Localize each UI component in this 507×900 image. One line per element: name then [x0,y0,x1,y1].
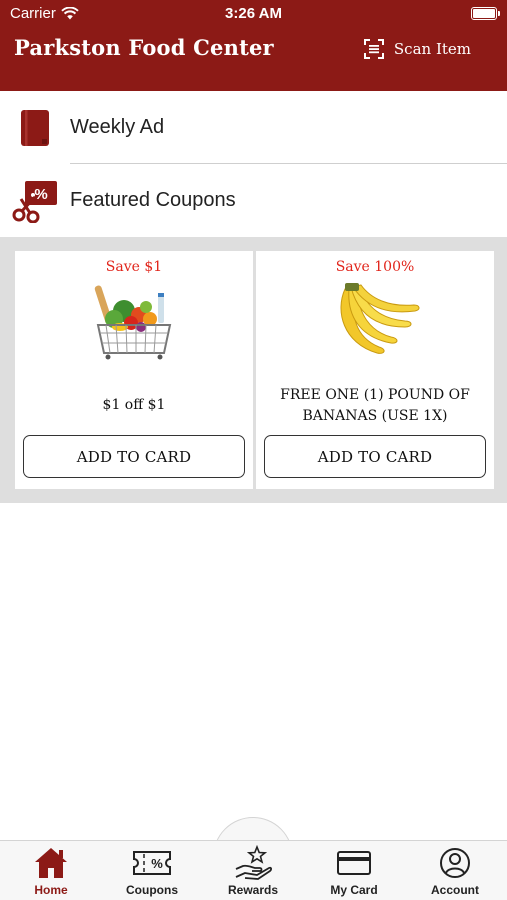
svg-text:%: % [151,856,163,871]
status-time: 3:26 AM [225,5,282,22]
tab-home[interactable]: Home [1,845,101,900]
tab-label: Account [431,883,479,897]
coupon-card[interactable]: Save $1 $1 off $1 ADD TO CARD [15,251,253,489]
coupon-card[interactable]: Save 100% FREE ONE (1) POUND OF BANANAS … [256,251,494,489]
tab-rewards[interactable]: Rewards [203,845,303,900]
menu-item-label: Weekly Ad [70,116,165,138]
add-to-card-button[interactable]: ADD TO CARD [264,435,486,478]
coupon-description: FREE ONE (1) POUND OF BANANAS (USE 1X) [280,387,470,424]
coupon-save-text: Save 100% [335,259,415,275]
bananas-image [340,283,420,354]
tab-label: Home [34,883,68,897]
tab-label: Coupons [126,883,178,897]
grocery-basket-image [94,285,172,360]
ticket-icon: % [132,845,172,881]
status-bar: Carrier 3:26 AM [0,0,507,26]
home-icon [33,845,69,881]
app-header: Carrier 3:26 AM Parkston Food Center Sca… [0,0,507,91]
scan-item-label: Scan Item [393,40,471,58]
battery-icon [471,7,500,20]
coupon-scissors-icon: % [0,179,70,223]
tab-label: Rewards [227,883,279,897]
tab-label: My Card [330,883,378,897]
menu-item-label: Featured Coupons [70,189,236,211]
menu-item-featured-coupons[interactable]: % Featured Coupons [0,164,507,237]
scan-item-button[interactable]: Scan Item [363,38,471,60]
add-to-card-button[interactable]: ADD TO CARD [23,435,245,478]
hand-star-icon [233,845,273,881]
scan-icon [363,39,384,59]
menu-item-weekly-ad[interactable]: Weekly Ad [0,91,507,164]
card-icon [336,845,372,881]
tab-coupons[interactable]: % Coupons [102,845,202,900]
app-title: Parkston Food Center [14,35,274,60]
user-circle-icon [439,845,471,881]
coupon-description: $1 off $1 [102,396,166,413]
tab-account[interactable]: Account [405,845,505,900]
svg-text:%: % [34,186,47,203]
coupon-list: Save $1 $1 off $1 ADD TO CARD Save 100% [0,237,507,503]
tab-my-card[interactable]: My Card [304,845,404,900]
book-icon [0,109,70,147]
coupon-save-text: Save $1 [105,259,163,275]
